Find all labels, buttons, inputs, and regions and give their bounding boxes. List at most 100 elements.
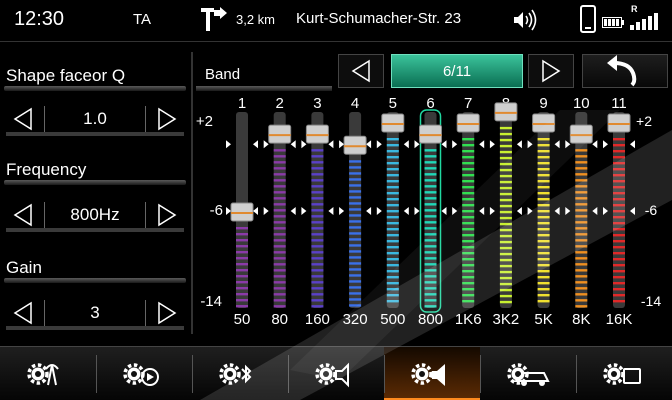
band-level-segment bbox=[349, 268, 362, 271]
display-settings-button[interactable] bbox=[576, 347, 672, 400]
playback-settings-button[interactable] bbox=[96, 347, 192, 400]
band-level-segment bbox=[613, 258, 625, 261]
band-level-segment bbox=[499, 270, 512, 274]
mid-marker bbox=[376, 207, 382, 215]
bluetooth-settings-button[interactable] bbox=[192, 347, 288, 400]
band-level-segment bbox=[349, 238, 362, 241]
band-level-segment bbox=[575, 197, 588, 200]
band-level-segment bbox=[273, 215, 286, 218]
band-level-segment bbox=[311, 269, 324, 272]
band-level-segment bbox=[462, 186, 475, 189]
band-level-segment bbox=[424, 221, 437, 224]
band-level-segment bbox=[386, 264, 399, 267]
equalizer-settings-button[interactable] bbox=[384, 347, 480, 400]
band-level-segment bbox=[499, 192, 512, 196]
gear-play-icon bbox=[123, 363, 159, 386]
band-level-segment bbox=[349, 286, 362, 289]
mid-marker bbox=[301, 207, 307, 215]
equalizer: +2-6-14+2-6-14150280316043205500680071K6… bbox=[196, 95, 661, 328]
band-level-segment bbox=[499, 138, 512, 142]
band-level-segment bbox=[424, 275, 437, 278]
band-level-segment bbox=[499, 228, 512, 232]
band-level-segment bbox=[349, 160, 362, 163]
band-level-segment bbox=[499, 156, 512, 160]
band-level-segment bbox=[424, 203, 437, 206]
zero-marker bbox=[403, 140, 409, 149]
band-level-segment bbox=[537, 294, 550, 297]
gear-speaker-active-icon bbox=[411, 363, 445, 386]
band-level-segment bbox=[499, 186, 512, 190]
band-level-segment bbox=[386, 252, 399, 255]
vehicle-settings-button[interactable] bbox=[480, 347, 576, 400]
scale-label-bottom: -14 bbox=[200, 293, 222, 310]
band-level-segment bbox=[311, 245, 324, 248]
band-level-segment bbox=[462, 288, 475, 291]
band-level-segment bbox=[349, 250, 362, 253]
band-level-segment bbox=[537, 198, 550, 201]
band-level-segment bbox=[613, 252, 625, 255]
band-level-segment bbox=[462, 246, 475, 249]
zero-marker bbox=[414, 140, 420, 149]
band-level-segment bbox=[311, 293, 324, 296]
band-number: 2 bbox=[276, 95, 284, 112]
band-level-segment bbox=[462, 210, 475, 213]
band-level-segment bbox=[386, 294, 399, 297]
mid-marker bbox=[565, 207, 571, 215]
band-level-segment bbox=[537, 264, 550, 267]
sound-source-settings-button[interactable] bbox=[0, 347, 96, 400]
band-level-segment bbox=[575, 203, 588, 206]
band-level-segment bbox=[462, 258, 475, 261]
band-level-segment bbox=[349, 256, 362, 259]
band-level-segment bbox=[613, 264, 625, 267]
band-number: 1 bbox=[238, 95, 246, 112]
zero-marker bbox=[516, 140, 522, 149]
gear-car-icon bbox=[507, 363, 550, 386]
band-level-segment bbox=[311, 299, 324, 302]
band-level-segment bbox=[537, 180, 550, 183]
band-level-segment bbox=[575, 173, 588, 176]
band-level-segment bbox=[236, 251, 248, 254]
mid-marker bbox=[603, 207, 608, 215]
zero-marker bbox=[452, 140, 458, 149]
band-level-segment bbox=[462, 252, 475, 255]
mid-marker bbox=[226, 207, 231, 215]
band-level-segment bbox=[311, 149, 324, 152]
toolbar-separator bbox=[288, 355, 289, 393]
band-level-segment bbox=[273, 227, 286, 230]
band-level-segment bbox=[462, 282, 475, 285]
band-level-segment bbox=[537, 186, 550, 189]
band-level-segment bbox=[424, 173, 437, 176]
band-level-segment bbox=[273, 239, 286, 242]
band-level-segment bbox=[499, 168, 512, 172]
band-level-segment bbox=[613, 204, 625, 207]
band-level-segment bbox=[613, 156, 625, 159]
band-level-segment bbox=[499, 294, 512, 298]
band-frequency-label: 16K bbox=[606, 311, 633, 328]
band-level-segment bbox=[424, 281, 437, 284]
band-level-segment bbox=[386, 216, 399, 219]
band-level-segment bbox=[575, 305, 588, 308]
mid-marker bbox=[253, 207, 258, 215]
band-level-segment bbox=[386, 228, 399, 231]
band-level-segment bbox=[575, 299, 588, 302]
mid-marker bbox=[527, 207, 533, 215]
band-level-segment bbox=[386, 198, 399, 201]
band-level-segment bbox=[613, 210, 625, 213]
band-frequency-label: 50 bbox=[234, 311, 251, 328]
band-level-segment bbox=[613, 288, 625, 291]
band-level-segment bbox=[424, 149, 437, 152]
band-level-segment bbox=[499, 300, 512, 304]
band-level-segment bbox=[273, 305, 286, 308]
band-level-segment bbox=[386, 246, 399, 249]
band-level-segment bbox=[424, 215, 437, 218]
zero-marker bbox=[339, 140, 345, 149]
band-level-segment bbox=[613, 192, 625, 195]
band-level-segment bbox=[537, 246, 550, 249]
band-level-segment bbox=[499, 264, 512, 268]
band-level-segment bbox=[537, 216, 550, 219]
band-level-segment bbox=[537, 228, 550, 231]
gear-bluetooth-icon bbox=[219, 363, 252, 385]
speaker-settings-button[interactable] bbox=[288, 347, 384, 400]
band-level-segment bbox=[273, 203, 286, 206]
band-level-segment bbox=[537, 276, 550, 279]
